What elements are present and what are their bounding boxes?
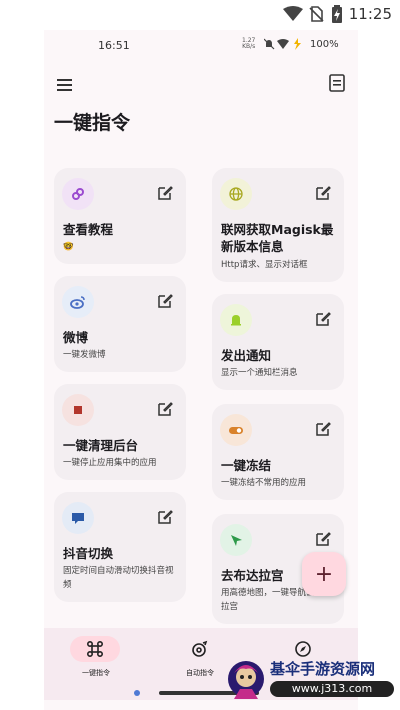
card-subtitle: 固定时间自动滑动切换抖音视频	[63, 566, 174, 590]
card-subtitle: 显示一个通知栏消息	[221, 368, 298, 378]
card-title: 一键清理后台	[63, 438, 139, 453]
edit-icon[interactable]	[156, 184, 174, 202]
toggle-icon	[220, 414, 252, 446]
auto-command-icon	[174, 636, 224, 662]
menu-icon[interactable]	[54, 74, 76, 96]
command-card-douyin-switch[interactable]: 抖音切换 固定时间自动滑动切换抖音视频	[54, 492, 186, 602]
device-status-bar: 11:25	[0, 0, 400, 28]
edit-icon[interactable]	[314, 184, 332, 202]
nav-label: 一键指令	[82, 669, 110, 677]
list-view-icon[interactable]	[326, 72, 348, 94]
card-title: 一键冻结	[221, 458, 272, 473]
card-title: 联网获取Magisk最新版本信息	[221, 222, 334, 254]
edit-icon[interactable]	[314, 530, 332, 548]
watermark-title: 基伞手游资源网	[270, 660, 376, 678]
command-card-freeze[interactable]: 一键冻结 一键冻结不常用的应用	[212, 404, 344, 500]
command-card-tutorial[interactable]: 查看教程 🤓	[54, 168, 186, 264]
page-indicator-dot	[134, 690, 140, 696]
card-subtitle: 一键冻结不常用的应用	[221, 478, 307, 488]
mute-icon	[264, 38, 275, 50]
no-sim-icon	[309, 6, 324, 22]
card-title: 发出通知	[221, 348, 272, 363]
card-subtitle: 🤓	[63, 242, 74, 252]
edit-icon[interactable]	[156, 400, 174, 418]
wifi-icon	[283, 6, 303, 21]
card-subtitle: 一键停止应用集中的应用	[63, 458, 157, 468]
add-command-fab[interactable]: +	[302, 552, 346, 596]
command-card-notification[interactable]: 发出通知 显示一个通知栏消息	[212, 294, 344, 390]
card-title: 查看教程	[63, 222, 114, 237]
card-subtitle: Http请求、显示对话框	[221, 260, 308, 270]
edit-icon[interactable]	[156, 508, 174, 526]
weibo-icon	[62, 286, 94, 318]
edit-icon[interactable]	[314, 420, 332, 438]
signal-wifi-icon	[277, 39, 289, 49]
command-card-weibo[interactable]: 微博 一键发微博	[54, 276, 186, 372]
network-speed-unit: KB/s	[242, 43, 256, 50]
nav-item-one-click[interactable]: 一键指令	[44, 628, 148, 688]
page-title: 一键指令	[54, 112, 131, 134]
app-screen: 16:51 1.27 KB/s 100% 一键指令 查看教程 🤓 微博 一键发微…	[44, 30, 358, 710]
command-key-icon	[70, 636, 120, 662]
navigation-arrow-icon	[220, 524, 252, 556]
globe-icon	[220, 178, 252, 210]
command-card-clean-background[interactable]: 一键清理后台 一键停止应用集中的应用	[54, 384, 186, 480]
command-card-magisk[interactable]: 联网获取Magisk最新版本信息 Http请求、显示对话框	[212, 168, 344, 282]
network-speed: 1.27 KB/s	[242, 38, 255, 50]
edit-icon[interactable]	[156, 292, 174, 310]
card-subtitle: 一键发微博	[63, 350, 106, 360]
bell-icon	[220, 304, 252, 336]
edit-icon[interactable]	[314, 310, 332, 328]
status-time: 16:51	[98, 39, 130, 52]
site-watermark: 基伞手游资源网 www.j313.com	[226, 655, 398, 707]
card-title: 抖音切换	[63, 546, 114, 561]
battery-charging-icon	[332, 5, 342, 23]
mascot-logo-icon	[228, 661, 264, 699]
card-title: 微博	[63, 330, 89, 345]
watermark-url: www.j313.com	[270, 681, 394, 697]
link-icon	[62, 178, 94, 210]
message-icon	[62, 502, 94, 534]
charging-bolt-icon	[294, 38, 301, 50]
status-icons	[264, 38, 301, 50]
device-clock: 11:25	[348, 5, 392, 23]
battery-percent: 100%	[310, 39, 339, 50]
stop-icon	[62, 394, 94, 426]
